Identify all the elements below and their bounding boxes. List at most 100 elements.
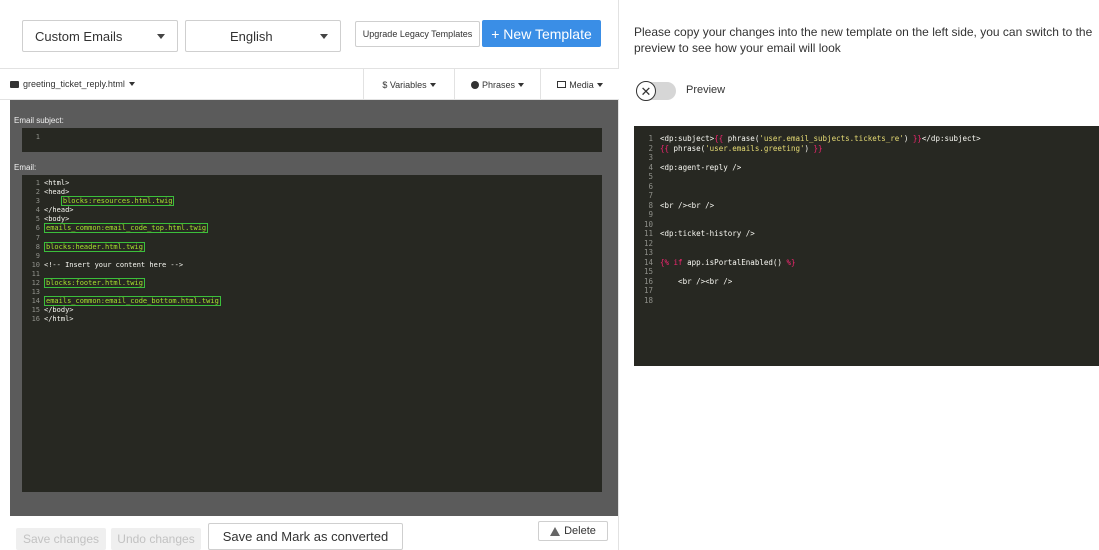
code-token: }} (912, 134, 922, 143)
code-text: </head> (44, 206, 74, 215)
line-number: 8 (648, 200, 653, 210)
code-token: 'user.emails.greeting' (705, 143, 805, 153)
email-subject-label: Email subject: (14, 116, 64, 125)
code-token: phrase( (673, 143, 706, 153)
line-number: 15 (31, 306, 40, 315)
line-number: 11 (643, 229, 653, 238)
code-line: 14 emails_common:email_code_bottom.html.t… (22, 296, 221, 307)
preview-toggle-label: Preview (686, 84, 726, 96)
code-token: 'user.email_subjects.tickets_re' (759, 134, 904, 143)
line-number: 7 (648, 191, 653, 200)
code-text: <head> (44, 188, 70, 197)
preview-code-line: 18 (634, 296, 981, 306)
preview-code-viewer: 1 <dp:subject>{{ phrase('user.email_subje… (634, 126, 1099, 366)
template-include-tag[interactable]: emails_common:email_code_top.html.twig (44, 223, 209, 234)
code-token: <dp:ticket-history /> (660, 229, 755, 238)
caret-down-icon (429, 82, 436, 87)
line-number: 10 (31, 260, 40, 269)
preview-code-line: 12 (634, 239, 981, 249)
variables-menu[interactable]: $ Variables (363, 69, 454, 100)
line-number: 14 (31, 297, 40, 306)
code-token: phrase( (727, 134, 760, 143)
template-include-tag[interactable]: emails_common:email_code_bottom.html.twi… (44, 296, 221, 307)
code-token: {% (660, 257, 674, 267)
image-icon (557, 81, 567, 88)
code-line: 6 emails_common:email_code_top.html.twig (22, 223, 221, 234)
code-line: 9 (22, 252, 221, 261)
preview-toggle[interactable]: ✕ (636, 81, 676, 101)
line-number: 10 (643, 219, 653, 229)
app-root: Custom Emails English Upgrade Legacy Tem… (0, 0, 1099, 550)
code-text: <body> (44, 215, 70, 224)
code-token: if (673, 257, 688, 267)
preview-code-line: 7 (634, 191, 981, 201)
media-label: Media (569, 79, 594, 90)
code-line: 16 </html> (22, 315, 221, 324)
code-text: <!-- Insert your content here --> (44, 260, 184, 269)
file-dropdown[interactable]: greeting_ticket_reply.html (10, 79, 135, 89)
line-number: 3 (648, 153, 653, 162)
line-number: 1 (35, 179, 40, 187)
warning-icon (550, 526, 561, 536)
close-icon: ✕ (636, 81, 656, 101)
line-number: 14 (643, 257, 653, 267)
preview-code-line: 13 (634, 248, 981, 258)
code-token: </dp:subject> (921, 134, 981, 143)
preview-code-lines: 1 <dp:subject>{{ phrase('user.email_subje… (634, 134, 981, 305)
preview-code-line: 4 <dp:agent-reply /> (634, 163, 981, 173)
preview-code-line: 9 (634, 210, 981, 220)
template-include-tag[interactable]: blocks:resources.html.twig (60, 196, 175, 207)
phrases-label: Phrases (481, 79, 516, 90)
line-number: 9 (35, 251, 40, 260)
preview-code-line: 15 (634, 267, 981, 277)
caret-down-icon (596, 82, 603, 87)
undo-changes-button[interactable]: Undo changes (111, 528, 201, 550)
preview-code-line: 16 <br /><br /> (634, 277, 981, 287)
save-and-mark-converted-button[interactable]: Save and Mark as converted (208, 523, 403, 550)
code-token: app.isPortalEnabled() (687, 257, 787, 267)
line-number: 8 (35, 242, 40, 251)
line-number: 6 (35, 224, 40, 233)
template-set-value: Custom Emails (35, 28, 123, 44)
line-number: 17 (643, 286, 653, 295)
code-token: {{ (714, 134, 728, 143)
code-text: </html> (44, 315, 74, 324)
editor-toolbar: Custom Emails English Upgrade Legacy Tem… (0, 0, 619, 64)
preview-code-line: 6 (634, 182, 981, 192)
line-number: 16 (643, 276, 653, 286)
template-set-select[interactable]: Custom Emails (22, 20, 178, 52)
email-code-lines: 1 <html> 2 <head> 3 blocks:resources.html.tw… (22, 179, 221, 325)
upgrade-legacy-templates-button[interactable]: Upgrade Legacy Templates (355, 21, 480, 47)
preview-code-line: 3 (634, 153, 981, 163)
chevron-down-icon (320, 34, 328, 39)
preview-code-line: 8 <br /><br /> (634, 201, 981, 211)
line-number: 2 (35, 188, 40, 197)
delete-button[interactable]: Delete (538, 521, 608, 541)
line-number: 15 (643, 267, 653, 276)
line-number: 5 (35, 215, 40, 224)
template-include-tag[interactable]: blocks:header.html.twig (44, 241, 145, 252)
line-number: 9 (648, 210, 653, 219)
subject-code-editor[interactable]: 1 (22, 128, 602, 152)
email-code-editor[interactable]: 1 <html> 2 <head> 3 blocks:resources.html.tw… (22, 175, 602, 492)
file-name: greeting_ticket_reply.html (23, 79, 125, 89)
line-number: 2 (648, 143, 653, 153)
code-text: <html> (44, 179, 70, 187)
save-changes-button[interactable]: Save changes (16, 528, 106, 550)
phrases-menu[interactable]: Phrases (454, 69, 540, 100)
media-menu[interactable]: Media (540, 69, 619, 100)
line-number: 5 (648, 172, 653, 181)
template-include-tag[interactable]: blocks:footer.html.twig (44, 278, 145, 289)
code-token: <br /><br /> (660, 200, 715, 210)
globe-icon (470, 80, 479, 89)
preview-panel: Please copy your changes into the new te… (620, 0, 1099, 550)
line-number: 12 (31, 279, 40, 288)
code-token: ) (804, 143, 814, 153)
preview-code-line: 10 (634, 220, 981, 230)
line-number: 7 (35, 233, 40, 242)
code-line: 15 </body> (22, 306, 221, 315)
new-template-button[interactable]: + New Template (482, 20, 601, 47)
file-toolbar: greeting_ticket_reply.html $ Variables P… (0, 68, 619, 100)
language-select[interactable]: English (185, 20, 341, 52)
